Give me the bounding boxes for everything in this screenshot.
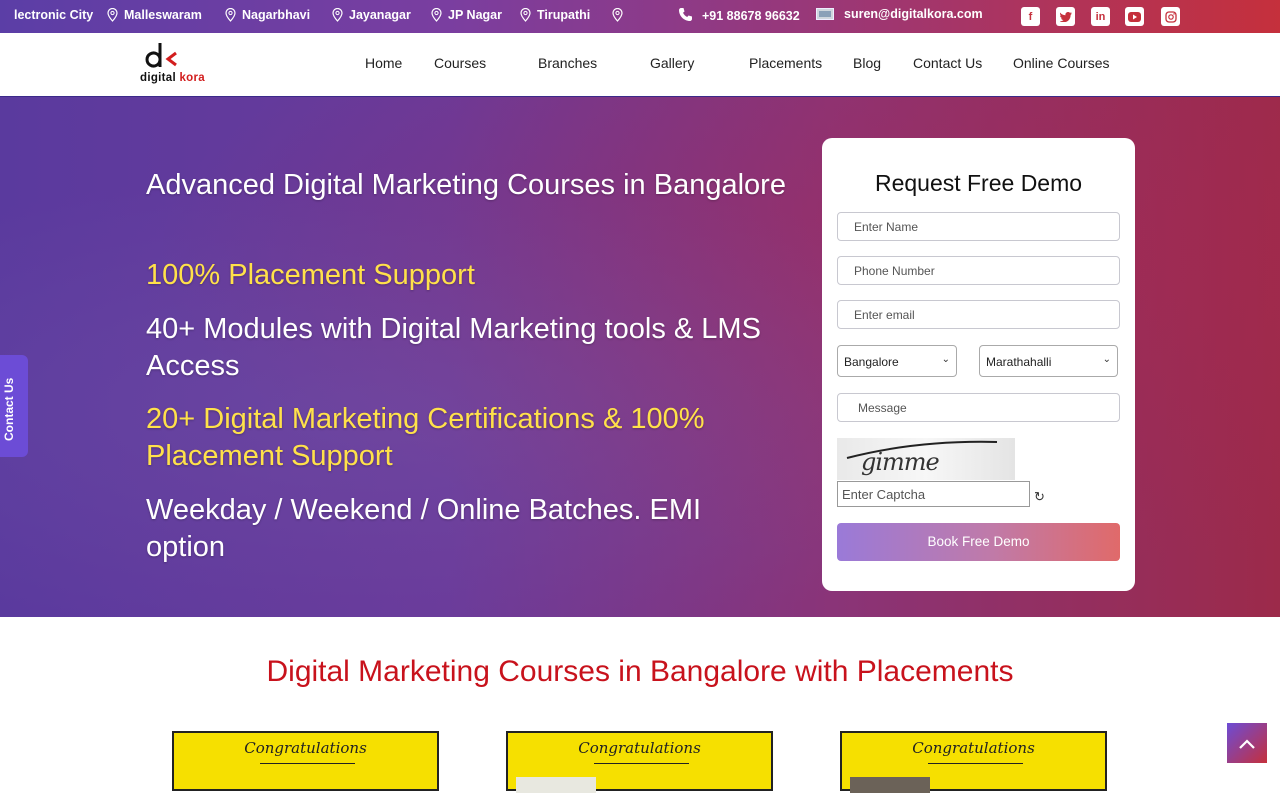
location-nagarbhavi[interactable]: Nagarbhavi — [225, 8, 310, 22]
demo-request-form: Request Free Demo Enter Name Phone Numbe… — [822, 138, 1135, 591]
linkedin-icon[interactable]: in — [1091, 7, 1110, 26]
name-input[interactable]: Enter Name — [837, 212, 1120, 241]
instagram-icon[interactable] — [1161, 7, 1180, 26]
section-heading: Digital Marketing Courses in Bangalore w… — [266, 655, 1014, 688]
form-title: Request Free Demo — [874, 170, 1083, 196]
nav-home[interactable]: Home — [365, 55, 402, 71]
email-icon — [816, 8, 834, 20]
map-pin-icon — [612, 8, 623, 22]
site-header: digital kora Home Courses Branches Galle… — [0, 33, 1280, 97]
nav-gallery[interactable]: Gallery — [650, 55, 694, 71]
youtube-icon[interactable] — [1125, 7, 1144, 26]
captcha-input[interactable]: Enter Captcha — [837, 481, 1030, 507]
map-pin-icon — [332, 8, 343, 22]
twitter-icon[interactable] — [1056, 7, 1075, 26]
certificate-card[interactable]: Congratulations — [840, 731, 1107, 793]
map-pin-icon — [520, 8, 531, 22]
location-jayanagar[interactable]: Jayanagar — [332, 8, 411, 22]
nav-online-courses[interactable]: Online Courses — [1013, 55, 1110, 71]
nav-courses[interactable]: Courses — [434, 55, 486, 71]
message-input[interactable]: Message — [837, 393, 1120, 422]
nav-contact-us[interactable]: Contact Us — [913, 55, 982, 71]
phone-icon — [678, 7, 693, 25]
captcha-image: gimme — [837, 438, 1015, 480]
location-jp-nagar[interactable]: JP Nagar — [431, 8, 502, 22]
contact-us-tab[interactable]: Contact Us — [0, 355, 28, 457]
hero-heading: Advanced Digital Marketing Courses in Ba… — [146, 169, 786, 201]
chevron-down-icon: ⌄ — [941, 354, 950, 365]
certificate-photo — [850, 777, 930, 793]
city-select[interactable]: Bangalore ⌄ — [837, 345, 957, 377]
location-malleswaram[interactable]: Malleswaram — [107, 8, 202, 22]
certificate-card[interactable]: Congratulations — [506, 731, 773, 793]
hero-batches: Weekday / Weekend / Online Batches. EMI … — [146, 494, 702, 563]
location-electronic-city[interactable]: lectronic City — [14, 8, 93, 22]
email-input[interactable]: Enter email — [837, 300, 1120, 329]
logo[interactable]: digital kora — [140, 41, 220, 89]
logo-mark-icon — [145, 43, 177, 68]
facebook-icon[interactable]: f — [1021, 7, 1040, 26]
nav-blog[interactable]: Blog — [853, 55, 881, 71]
hero-certifications: 20+ Digital Marketing Certifications & 1… — [146, 403, 705, 472]
pen-decoration-icon — [260, 759, 355, 769]
map-pin-icon — [107, 8, 118, 22]
pen-decoration-icon — [928, 759, 1023, 769]
logo-text: digital kora — [140, 72, 205, 84]
nav-placements[interactable]: Placements — [749, 55, 822, 71]
book-free-demo-button[interactable]: Book Free Demo — [837, 523, 1120, 561]
certificate-photo — [516, 777, 596, 793]
map-pin-icon — [431, 8, 442, 22]
branch-select[interactable]: Marathahalli ⌄ — [979, 345, 1118, 377]
certificate-card[interactable]: Congratulations — [172, 731, 439, 791]
pen-decoration-icon — [594, 759, 689, 769]
phone-link[interactable]: +91 88678 96632 — [678, 7, 800, 25]
phone-input[interactable]: Phone Number — [837, 256, 1120, 285]
scroll-to-top-button[interactable] — [1227, 723, 1267, 763]
location-tirupathi[interactable]: Tirupathi — [520, 8, 590, 22]
hero-modules: 40+ Modules with Digital Marketing tools… — [146, 313, 761, 382]
refresh-captcha-icon[interactable]: ↻ — [1034, 489, 1045, 505]
hero-placement-support: 100% Placement Support — [146, 259, 475, 291]
chevron-down-icon: ⌄ — [1102, 354, 1111, 365]
top-bar: lectronic City Malleswaram Nagarbhavi Ja… — [0, 0, 1280, 33]
chevron-up-icon — [1239, 739, 1255, 749]
map-pin-icon — [225, 8, 236, 22]
nav-branches[interactable]: Branches — [538, 55, 597, 71]
email-link[interactable]: suren@digitalkora.com — [816, 7, 983, 21]
